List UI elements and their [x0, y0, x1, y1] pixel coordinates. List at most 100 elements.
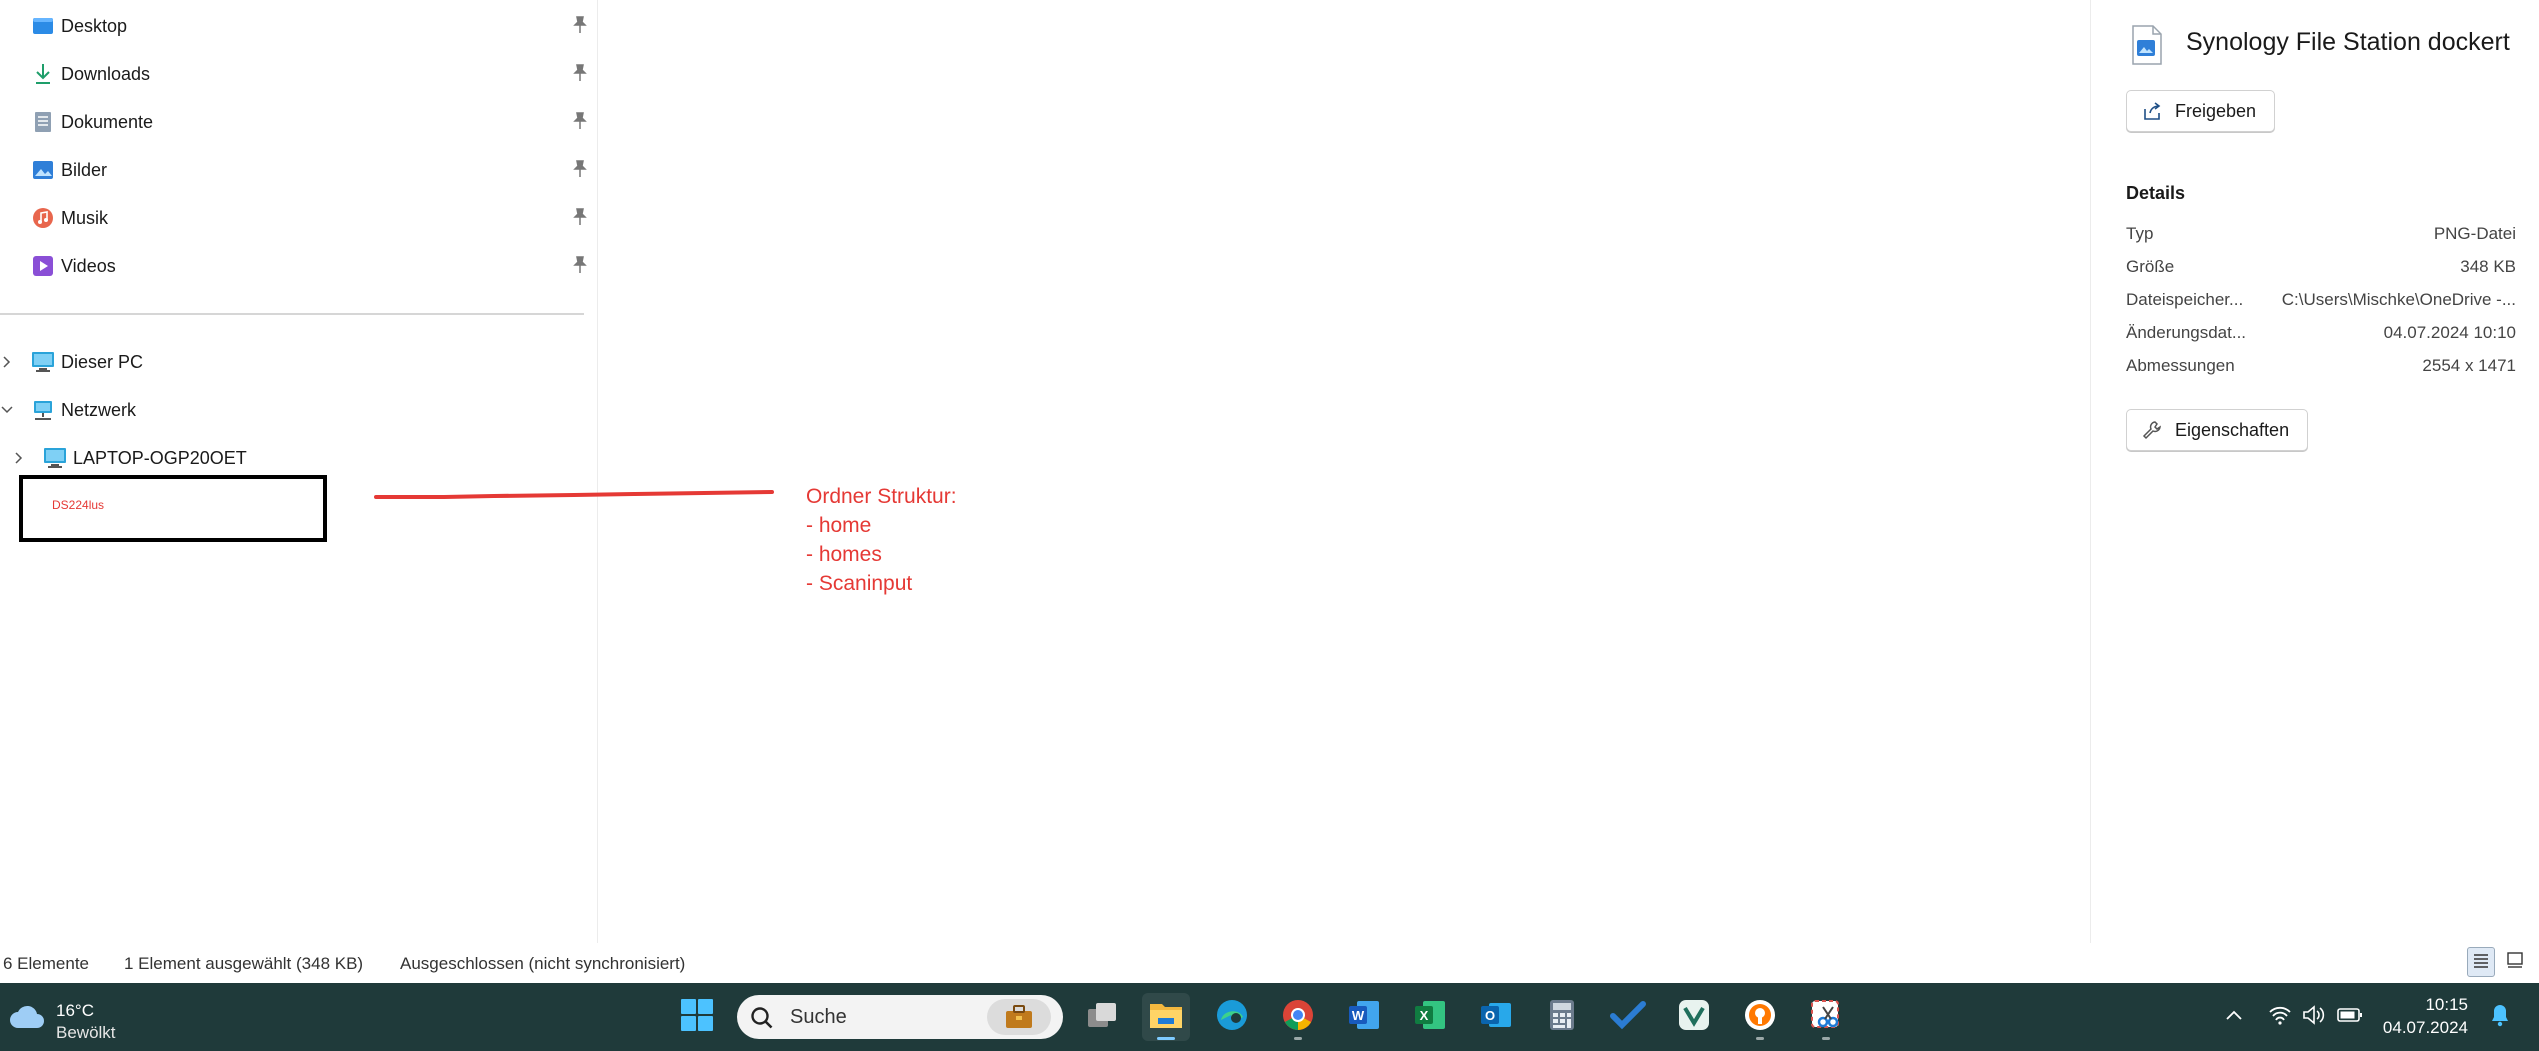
detail-value: PNG-Datei	[2433, 224, 2516, 243]
redaction-box: DS224lus	[19, 475, 327, 542]
detail-row-modified: Änderungsdat... 04.07.2024 10:10	[2126, 323, 2516, 347]
detail-row-type: Typ PNG-Datei	[2126, 224, 2516, 248]
nav-item-network[interactable]: Netzwerk	[0, 390, 590, 430]
search-icon	[749, 1005, 775, 1036]
volume-status[interactable]	[2300, 1003, 2328, 1031]
detail-row-dimensions: Abmessungen 2554 x 1471	[2126, 356, 2516, 380]
chevron-right-icon[interactable]	[12, 451, 26, 465]
wifi-status[interactable]	[2266, 1003, 2294, 1031]
computer-icon	[43, 446, 67, 470]
network-icon	[31, 398, 55, 422]
outlook-icon: O	[1479, 999, 1513, 1036]
file-explorer-window: Desktop Downloads Dokumente Bilder Musik…	[0, 0, 2539, 1051]
pictures-icon	[31, 158, 55, 182]
show-hidden-icons-button[interactable]	[2220, 1003, 2248, 1031]
nav-item-label: Bilder	[61, 159, 108, 180]
details-heading: Details	[2126, 183, 2186, 203]
annotation-line-4: - homes	[806, 543, 882, 566]
chevron-down-icon[interactable]	[0, 403, 14, 417]
clock-time[interactable]: 10:15	[2388, 995, 2468, 1015]
taskbar-app-file-explorer[interactable]	[1142, 993, 1190, 1041]
nav-item-label: Dokumente	[61, 111, 154, 132]
annotation-text: Ordner Struktur: - home - homes - Scanin…	[806, 482, 957, 598]
music-icon	[31, 206, 55, 230]
checkmark-icon	[1610, 1000, 1646, 1035]
weather-description: Bewölkt	[56, 1023, 116, 1042]
task-view-button[interactable]	[1078, 993, 1126, 1041]
preview-view-button[interactable]	[2503, 950, 2527, 974]
share-button[interactable]: Freigeben	[2126, 90, 2276, 132]
svg-text:O: O	[1485, 1008, 1495, 1023]
file-name: Synology File Station dockert	[2186, 28, 2510, 56]
pin-icon[interactable]	[572, 112, 590, 132]
nav-item-downloads[interactable]: Downloads	[0, 54, 590, 94]
nav-item-documents[interactable]: Dokumente	[0, 102, 590, 142]
nav-item-laptop[interactable]: LAPTOP-OGP20OET	[0, 438, 590, 478]
nav-item-label: Musik	[61, 207, 109, 228]
taskbar-search[interactable]: Suche	[737, 995, 1063, 1039]
pin-icon[interactable]	[572, 160, 590, 180]
start-button[interactable]	[673, 993, 721, 1041]
selection-info: 1 Element ausgewählt (348 KB)	[124, 954, 364, 973]
pin-icon[interactable]	[572, 256, 590, 276]
png-file-icon	[2129, 24, 2165, 66]
share-icon	[2141, 100, 2163, 122]
nav-item-music[interactable]: Musik	[0, 198, 590, 238]
running-indicator	[1756, 1037, 1764, 1040]
svg-text:X: X	[1420, 1008, 1429, 1023]
pin-icon[interactable]	[572, 208, 590, 228]
detail-value[interactable]: C:\Users\Mischke\OneDrive -...	[2282, 290, 2516, 310]
list-view-icon	[2472, 952, 2490, 973]
notifications-button[interactable]	[2486, 1003, 2514, 1031]
sync-status: Ausgeschlossen (nicht synchronisiert)	[400, 954, 686, 973]
taskbar-app-outlook[interactable]: O	[1472, 993, 1520, 1041]
detail-row-location: Dateispeicher... C:\Users\Mischke\OneDri…	[2126, 290, 2516, 314]
weather-temperature: 16°C	[56, 1001, 94, 1020]
taskbar: 16°C Bewölkt Suche W X O 10:15 04.07.202…	[0, 983, 2539, 1051]
taskbar-app-edge[interactable]	[1208, 993, 1256, 1041]
detail-key: Typ	[2126, 224, 2154, 243]
nav-item-this-pc[interactable]: Dieser PC	[0, 342, 590, 382]
properties-button[interactable]: Eigenschaften	[2126, 409, 2309, 451]
taskbar-app-vpn[interactable]	[1670, 993, 1718, 1041]
desktop-folder-icon	[31, 14, 55, 38]
nav-item-videos[interactable]: Videos	[0, 246, 590, 286]
details-pane: Synology File Station dockert Freigeben …	[2090, 0, 2539, 943]
nav-item-label: Videos	[61, 255, 116, 276]
annotation-line-3: - home	[806, 514, 872, 537]
detail-key: Größe	[2126, 257, 2175, 276]
taskbar-app-avast[interactable]	[1736, 993, 1784, 1041]
properties-button-label: Eigenschaften	[2175, 419, 2290, 440]
details-view-button[interactable]	[2467, 947, 2495, 977]
nav-item-desktop[interactable]: Desktop	[0, 6, 590, 46]
nav-item-pictures[interactable]: Bilder	[0, 150, 590, 190]
taskbar-app-excel[interactable]: X	[1406, 993, 1454, 1041]
pin-icon[interactable]	[572, 16, 590, 36]
speaker-icon	[2302, 1004, 2326, 1030]
clock-date[interactable]: 04.07.2024	[2378, 1018, 2468, 1038]
detail-value: 348 KB	[2460, 257, 2516, 276]
excel-icon: X	[1413, 999, 1447, 1036]
search-placeholder: Suche	[790, 1006, 847, 1028]
wifi-icon	[2268, 1005, 2292, 1030]
taskbar-app-word[interactable]: W	[1340, 993, 1388, 1041]
detail-row-size: Größe 348 KB	[2126, 257, 2516, 281]
svg-text:W: W	[1352, 1008, 1365, 1023]
chevron-right-icon[interactable]	[0, 355, 14, 369]
taskbar-app-chrome[interactable]	[1274, 993, 1322, 1041]
wrench-icon	[2141, 419, 2163, 441]
windows-logo-icon	[680, 998, 714, 1037]
avast-icon	[1743, 998, 1777, 1037]
detail-key: Abmessungen	[2126, 356, 2235, 375]
vpn-icon	[1677, 998, 1711, 1037]
word-icon: W	[1347, 999, 1381, 1036]
weather-widget[interactable]: 16°C Bewölkt	[8, 991, 208, 1043]
taskbar-app-calculator[interactable]	[1538, 993, 1586, 1041]
computer-icon	[31, 350, 55, 374]
pin-icon[interactable]	[572, 64, 590, 84]
tiles-view-icon	[2506, 951, 2524, 974]
snipping-tool-icon	[1809, 998, 1843, 1037]
taskbar-app-snipping-tool[interactable]	[1802, 993, 1850, 1041]
taskbar-app-todo[interactable]	[1604, 993, 1652, 1041]
battery-status[interactable]	[2336, 1003, 2364, 1031]
